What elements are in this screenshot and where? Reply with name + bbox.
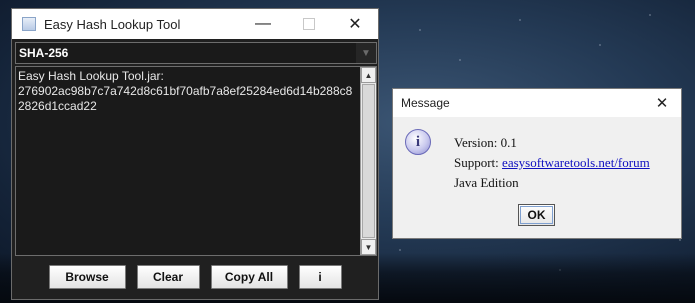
- close-icon: ✕: [655, 95, 669, 112]
- close-icon: ✕: [348, 16, 362, 33]
- hash-output-area[interactable]: Easy Hash Lookup Tool.jar: 276902ac98b7c…: [15, 66, 377, 256]
- scrollbar-thumb[interactable]: [362, 84, 375, 238]
- support-label: Support:: [454, 155, 503, 170]
- information-icon: i: [405, 129, 431, 155]
- chevron-down-icon[interactable]: ▼: [356, 43, 376, 63]
- dialog-titlebar[interactable]: Message ✕: [393, 89, 681, 118]
- window-title: Easy Hash Lookup Tool: [44, 16, 181, 32]
- maximize-icon: [303, 18, 315, 30]
- clear-button[interactable]: Clear: [136, 265, 200, 289]
- dialog-title: Message: [401, 96, 450, 110]
- scroll-up-button[interactable]: ▲: [361, 67, 376, 83]
- ok-button[interactable]: OK: [518, 204, 555, 226]
- version-text: Version: 0.1: [454, 135, 517, 150]
- vertical-scrollbar[interactable]: ▲ ▼: [360, 67, 376, 255]
- close-button[interactable]: ✕: [332, 9, 378, 39]
- java-app-icon: [22, 17, 36, 31]
- maximize-button: [286, 9, 332, 39]
- hash-algorithm-select[interactable]: SHA-256 ▼: [15, 42, 377, 64]
- minimize-button[interactable]: —: [240, 9, 286, 39]
- info-button[interactable]: i: [298, 265, 342, 289]
- browse-button[interactable]: Browse: [48, 265, 126, 289]
- hash-output-text[interactable]: Easy Hash Lookup Tool.jar: 276902ac98b7c…: [18, 69, 358, 114]
- dialog-message: Version: 0.1 Support: easysoftwaretools.…: [454, 133, 650, 193]
- main-window: Easy Hash Lookup Tool — ✕ SHA-256 ▼ Easy…: [11, 8, 379, 300]
- message-dialog: Message ✕ i Version: 0.1 Support: easyso…: [392, 88, 682, 239]
- dialog-close-button[interactable]: ✕: [649, 89, 675, 117]
- main-titlebar[interactable]: Easy Hash Lookup Tool — ✕: [12, 9, 378, 39]
- button-row: Browse Clear Copy All i: [12, 265, 378, 291]
- copy-all-button[interactable]: Copy All: [210, 265, 288, 289]
- hash-algorithm-value: SHA-256: [19, 46, 69, 60]
- support-line: Support: easysoftwaretools.net/forum: [454, 153, 650, 173]
- support-link[interactable]: easysoftwaretools.net/forum: [502, 155, 650, 170]
- edition-text: Java Edition: [454, 175, 519, 190]
- minimize-icon: —: [255, 15, 271, 32]
- scroll-down-button[interactable]: ▼: [361, 239, 376, 255]
